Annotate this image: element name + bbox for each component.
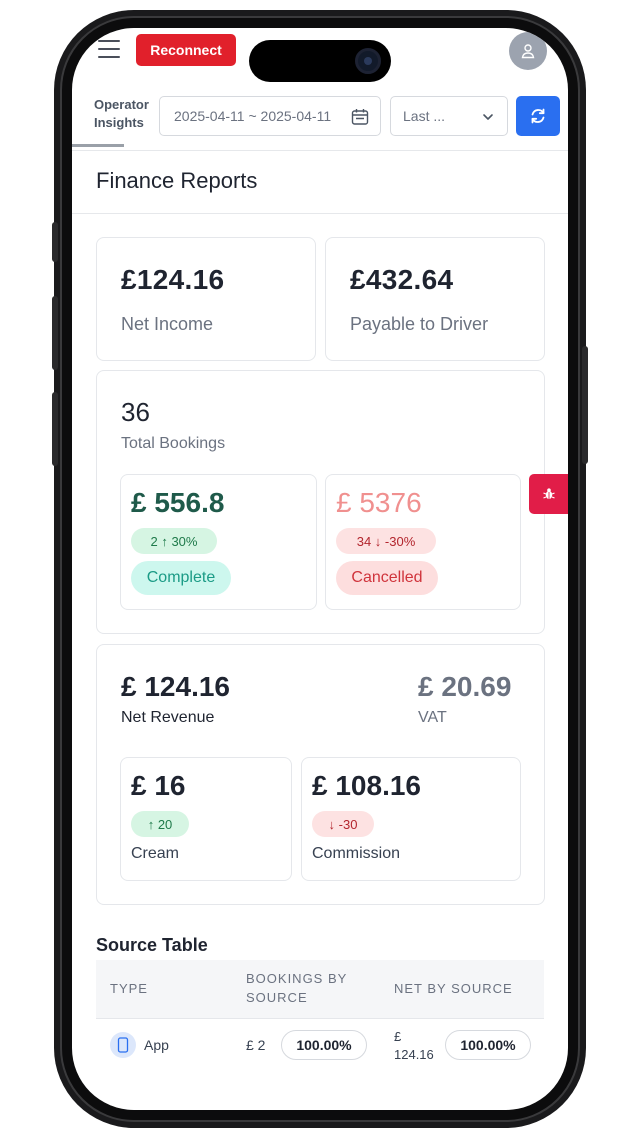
source-table-title: Source Table — [96, 935, 208, 955]
cancelled-status-badge: Cancelled — [336, 561, 438, 595]
vat-value: £ 20.69 — [418, 671, 512, 702]
revenue-card: £ 124.16 Net Revenue £ 20.69 VAT £ 16 ↑ … — [96, 644, 545, 905]
refresh-button[interactable] — [516, 96, 560, 136]
cancelled-card: £ 5376 34 ↓ -30% Cancelled — [325, 474, 521, 610]
table-header: TYPE BOOKINGS BY SOURCE NET BY SOURCE — [96, 960, 544, 1018]
net-income-value: £124.16 — [121, 264, 225, 295]
vat-label: VAT — [418, 709, 447, 726]
table-cell-type: App — [144, 1037, 169, 1053]
refresh-icon — [531, 108, 545, 124]
total-bookings-card: 36 Total Bookings £ 556.8 2 ↑ 30% Comple… — [96, 370, 545, 634]
payable-driver-card: £432.64 Payable to Driver — [325, 237, 545, 361]
tab-active-indicator — [72, 144, 124, 147]
net-income-label: Net Income — [121, 314, 214, 334]
net-percent-badge: 100.00% — [445, 1030, 531, 1060]
bug-icon — [543, 488, 555, 499]
hamburger-icon[interactable] — [98, 40, 120, 58]
dynamic-island — [249, 40, 391, 82]
complete-amount: £ 556.8 — [131, 487, 225, 518]
mobile-icon — [110, 1032, 136, 1058]
tab-operator-insights[interactable]: Operator Insights — [94, 96, 158, 132]
cancelled-amount: £ 5376 — [336, 487, 422, 518]
table-header-divider — [96, 1018, 544, 1019]
phone-screen: Reconnect Operator Insights 2025-04-11 ~… — [72, 28, 568, 1110]
cream-label: Cream — [131, 845, 180, 862]
date-range-picker[interactable]: 2025-04-11 ~ 2025-04-11 — [159, 96, 381, 136]
bookings-percent-badge: 100.00% — [281, 1030, 367, 1060]
chevron-down-icon — [483, 114, 493, 120]
commission-card: £ 108.16 ↓ -30 Commission — [301, 757, 521, 881]
complete-status-badge: Complete — [131, 561, 231, 595]
table-cell-bookings: £ 2 — [246, 1037, 266, 1053]
net-revenue-value: £ 124.16 — [121, 671, 230, 702]
feedback-side-tab[interactable] — [529, 474, 568, 514]
column-header-bookings: BOOKINGS BY SOURCE — [246, 971, 348, 1005]
volume-up-button — [52, 296, 58, 370]
reconnect-button[interactable]: Reconnect — [136, 34, 236, 66]
net-income-card: £124.16 Net Income — [96, 237, 316, 361]
calendar-icon — [350, 107, 370, 127]
cream-delta-badge: ↑ 20 — [131, 811, 189, 837]
column-header-type: TYPE — [110, 981, 148, 996]
avatar[interactable] — [509, 32, 547, 70]
commission-amount: £ 108.16 — [312, 770, 421, 801]
header-divider — [72, 150, 568, 151]
payable-driver-value: £432.64 — [350, 264, 454, 295]
total-bookings-label: Total Bookings — [121, 435, 226, 452]
complete-delta-badge: 2 ↑ 30% — [131, 528, 217, 554]
commission-delta-badge: ↓ -30 — [312, 811, 374, 837]
page-title: Finance Reports — [96, 168, 258, 193]
period-select[interactable]: Last ... — [390, 96, 508, 136]
total-bookings-value: 36 — [121, 397, 150, 427]
payable-driver-label: Payable to Driver — [350, 314, 489, 334]
volume-down-button — [52, 392, 58, 466]
date-range-value: 2025-04-11 ~ 2025-04-11 — [174, 108, 332, 124]
period-select-value: Last ... — [403, 108, 446, 124]
net-revenue-label: Net Revenue — [121, 709, 215, 726]
cancelled-delta-badge: 34 ↓ -30% — [336, 528, 436, 554]
commission-label: Commission — [312, 845, 401, 862]
user-icon — [521, 44, 535, 59]
cream-card: £ 16 ↑ 20 Cream — [120, 757, 292, 881]
power-button — [582, 346, 588, 464]
table-cell-net: £ 124.16 — [394, 1029, 434, 1062]
title-divider — [72, 213, 568, 214]
mute-switch — [52, 222, 58, 262]
cream-amount: £ 16 — [131, 770, 186, 801]
column-header-net: NET BY SOURCE — [394, 981, 513, 996]
front-camera — [355, 48, 381, 74]
complete-card: £ 556.8 2 ↑ 30% Complete — [120, 474, 317, 610]
